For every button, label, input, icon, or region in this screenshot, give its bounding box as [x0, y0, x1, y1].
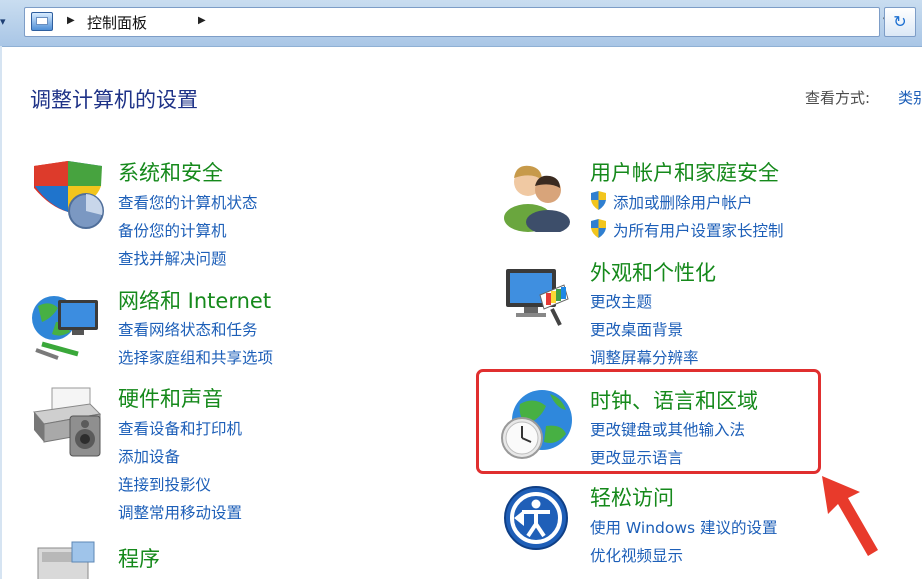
ease-of-access-icon[interactable]	[502, 484, 570, 556]
address-bar[interactable]: ▶ 控制面板 ▶ ▼	[24, 7, 891, 37]
link-backup-computer[interactable]: 备份您的计算机	[118, 219, 227, 241]
category-title-network-internet[interactable]: 网络和 Internet	[118, 285, 271, 315]
link-recommended-settings[interactable]: 使用 Windows 建议的设置	[590, 516, 778, 538]
uac-shield-icon	[590, 191, 607, 210]
link-devices-printers[interactable]: 查看设备和打印机	[118, 417, 242, 439]
breadcrumb-control-panel[interactable]: 控制面板	[87, 12, 147, 33]
network-icon[interactable]	[28, 292, 104, 368]
view-by-dropdown[interactable]: 类别	[898, 87, 922, 108]
address-toolbar: ▾ ▶ 控制面板 ▶ ▼ ↻	[0, 0, 922, 47]
link-add-device[interactable]: 添加设备	[118, 445, 180, 467]
view-by-label: 查看方式:	[805, 89, 871, 107]
link-connect-projector[interactable]: 连接到投影仪	[118, 473, 211, 495]
link-parental-controls[interactable]: 为所有用户设置家长控制	[613, 219, 784, 241]
highlight-box	[476, 369, 821, 474]
category-title-user-accounts[interactable]: 用户帐户和家庭安全	[590, 157, 779, 187]
link-screen-resolution[interactable]: 调整屏幕分辨率	[590, 346, 699, 368]
link-view-computer-status[interactable]: 查看您的计算机状态	[118, 191, 258, 213]
breadcrumb-arrow-icon[interactable]: ▶	[198, 15, 206, 26]
control-panel-icon	[31, 12, 53, 31]
uac-shield-icon	[590, 219, 607, 238]
refresh-button[interactable]: ↻	[884, 7, 916, 37]
display-palette-icon[interactable]	[502, 265, 574, 333]
link-mobility-settings[interactable]: 调整常用移动设置	[118, 501, 242, 523]
refresh-icon: ↻	[893, 12, 907, 31]
programs-icon[interactable]	[32, 540, 102, 583]
category-title-system-security[interactable]: 系统和安全	[118, 157, 223, 187]
breadcrumb-arrow-icon[interactable]: ▶	[67, 15, 75, 26]
link-desktop-background[interactable]: 更改桌面背景	[590, 318, 683, 340]
page-title: 调整计算机的设置	[30, 88, 198, 112]
window-edge	[0, 46, 2, 579]
link-add-remove-accounts[interactable]: 添加或删除用户帐户	[613, 191, 753, 213]
category-title-ease-of-access[interactable]: 轻松访问	[590, 482, 674, 512]
users-icon[interactable]	[500, 160, 572, 236]
shield-icon[interactable]	[30, 160, 104, 236]
category-title-hardware-sound[interactable]: 硬件和声音	[118, 383, 223, 413]
red-arrow-icon	[812, 470, 884, 562]
link-homegroup-sharing[interactable]: 选择家庭组和共享选项	[118, 346, 273, 368]
category-title-programs[interactable]: 程序	[118, 543, 160, 573]
link-change-theme[interactable]: 更改主题	[590, 290, 652, 312]
link-network-status[interactable]: 查看网络状态和任务	[118, 318, 258, 340]
printer-icon[interactable]	[30, 384, 104, 464]
category-title-appearance[interactable]: 外观和个性化	[590, 257, 716, 287]
back-dropdown-icon[interactable]: ▾	[0, 15, 6, 28]
link-optimize-display[interactable]: 优化视频显示	[590, 544, 683, 566]
link-troubleshoot[interactable]: 查找并解决问题	[118, 247, 227, 269]
